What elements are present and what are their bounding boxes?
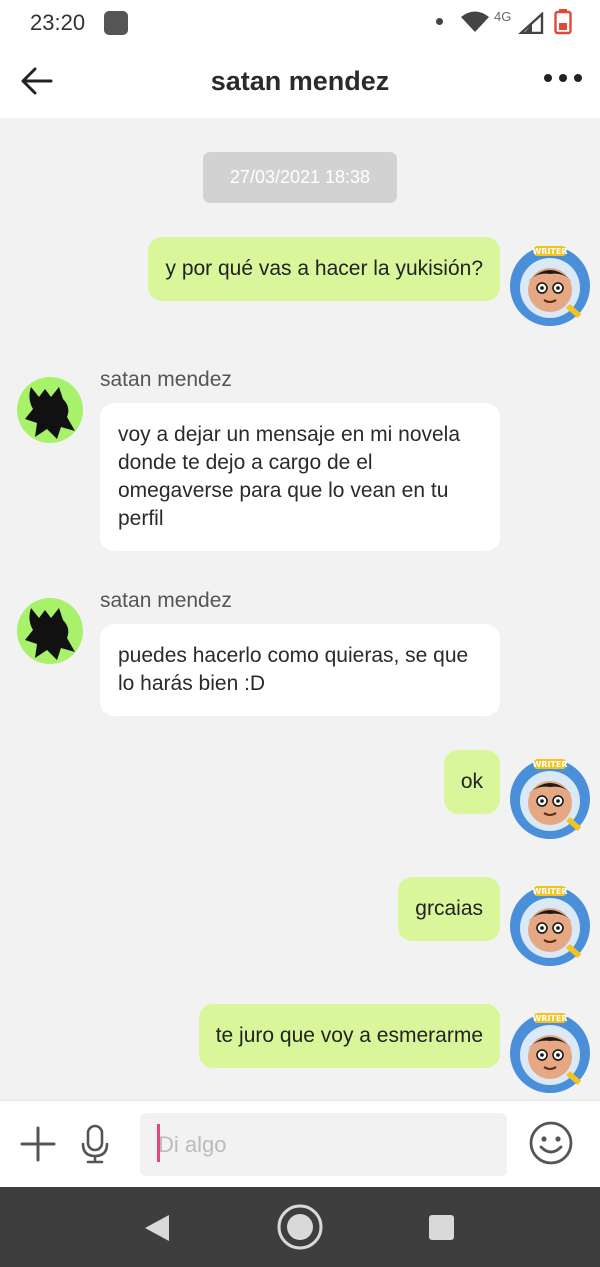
battery-icon <box>554 9 572 35</box>
writer-badge: WRITER <box>532 1014 567 1023</box>
sender-name: satan mendez <box>100 368 232 391</box>
writer-badge: WRITER <box>532 247 567 256</box>
text-cursor <box>157 1124 160 1162</box>
self-avatar[interactable]: WRITER <box>508 1011 592 1095</box>
message-text: voy a dejar un mensaje en mi novela dond… <box>118 423 461 530</box>
more-dots-icon[interactable] <box>544 74 582 82</box>
system-navigation-bar <box>0 1187 600 1267</box>
status-bar: 23:20 4G <box>0 0 600 44</box>
message-bubble-incoming[interactable]: puedes hacerlo como quieras, se que lo h… <box>100 624 500 716</box>
nav-home-icon[interactable] <box>276 1203 324 1251</box>
message-text: y por qué vas a hacer la yukisión? <box>165 257 483 280</box>
nav-back-icon[interactable] <box>143 1213 171 1243</box>
app-notification-icon <box>104 11 128 35</box>
sender-name: satan mendez <box>100 589 232 612</box>
self-avatar[interactable]: WRITER <box>508 884 592 968</box>
message-bubble-outgoing[interactable]: y por qué vas a hacer la yukisión? <box>148 237 500 301</box>
date-separator: 27/03/2021 18:38 <box>203 152 397 203</box>
message-text: ok <box>460 770 483 793</box>
silhouette-icon <box>25 608 75 660</box>
nav-recents-icon[interactable] <box>429 1215 454 1240</box>
network-type: 4G <box>494 9 512 24</box>
wifi-icon <box>461 11 489 32</box>
message-bubble-incoming[interactable]: voy a dejar un mensaje en mi novela dond… <box>100 403 500 551</box>
microphone-icon[interactable] <box>80 1124 110 1164</box>
contact-avatar[interactable] <box>17 598 83 664</box>
writer-badge: WRITER <box>532 760 567 769</box>
message-input-bar <box>0 1100 600 1187</box>
message-bubble-outgoing[interactable]: ok <box>443 750 500 814</box>
silhouette-icon <box>25 387 75 439</box>
message-text: grcaias <box>415 897 483 920</box>
self-avatar[interactable]: WRITER <box>508 244 592 328</box>
status-time: 23:20 <box>30 10 86 35</box>
plus-icon[interactable] <box>20 1126 56 1162</box>
writer-badge: WRITER <box>532 887 567 896</box>
contact-avatar[interactable] <box>17 377 83 443</box>
message-bubble-outgoing[interactable]: te juro que voy a esmerarme <box>198 1004 500 1068</box>
message-bubble-outgoing[interactable]: grcaias <box>398 877 500 941</box>
emoji-icon[interactable] <box>528 1120 574 1166</box>
message-text: puedes hacerlo como quieras, se que lo h… <box>118 644 469 695</box>
self-avatar[interactable]: WRITER <box>508 757 592 841</box>
message-text: te juro que voy a esmerarme <box>215 1024 483 1047</box>
chat-header: satan mendez <box>0 44 600 118</box>
signal-icon <box>518 12 544 34</box>
message-input[interactable] <box>140 1113 507 1176</box>
dot-icon <box>436 18 443 25</box>
chat-title: satan mendez <box>210 66 390 96</box>
